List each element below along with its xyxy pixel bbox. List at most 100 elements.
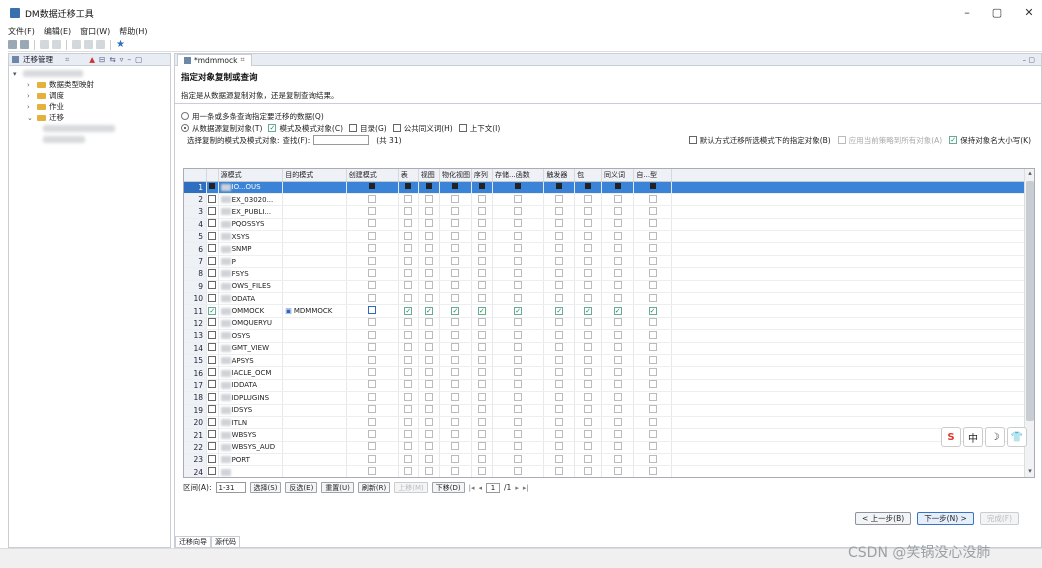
table-checkbox[interactable]	[404, 256, 413, 265]
table-checkbox[interactable]	[404, 244, 413, 253]
table-cell[interactable]	[398, 267, 419, 281]
mview-checkbox[interactable]	[451, 417, 460, 426]
synonym-checkbox[interactable]	[613, 231, 622, 240]
package-cell[interactable]	[574, 391, 602, 405]
sequence-checkbox[interactable]	[477, 206, 486, 215]
synonym-cell[interactable]	[601, 329, 635, 343]
trigger-checkbox[interactable]: ✓	[555, 307, 564, 316]
create-schema-checkbox[interactable]	[368, 380, 377, 389]
row-select-cell[interactable]	[206, 453, 219, 467]
sequence-checkbox[interactable]	[477, 281, 486, 290]
trigger-cell[interactable]	[543, 317, 576, 331]
synonym-cell[interactable]	[601, 441, 635, 455]
custom-type-checkbox[interactable]: ✓	[648, 307, 657, 316]
source-schema-cell[interactable]	[218, 465, 284, 477]
row-select-cell[interactable]	[206, 242, 219, 256]
view-checkbox[interactable]	[424, 343, 433, 352]
mview-checkbox[interactable]	[451, 293, 460, 302]
custom-type-checkbox[interactable]	[648, 417, 657, 426]
trigger-checkbox[interactable]	[555, 442, 564, 451]
row-select-cell[interactable]	[206, 267, 219, 281]
mview-cell[interactable]	[439, 218, 472, 232]
function-checkbox[interactable]	[514, 219, 523, 228]
refresh-button[interactable]: 刷新(R)	[357, 482, 391, 493]
row-select-cell[interactable]	[206, 292, 219, 306]
row-select-checkbox[interactable]	[208, 368, 217, 377]
trigger-checkbox[interactable]	[555, 256, 564, 265]
view-cell[interactable]	[418, 317, 441, 331]
create-schema-cell[interactable]	[346, 205, 399, 219]
synonym-checkbox[interactable]	[613, 368, 622, 377]
table-checkbox[interactable]	[404, 380, 413, 389]
tree-item-redacted[interactable]	[43, 123, 170, 134]
mview-checkbox[interactable]	[451, 219, 460, 228]
last-page-icon[interactable]: ▸|	[523, 484, 529, 492]
synonym-cell[interactable]	[601, 181, 635, 194]
target-schema-cell[interactable]	[282, 181, 347, 194]
view-checkbox[interactable]	[424, 231, 433, 240]
view-checkbox[interactable]	[424, 380, 433, 389]
trigger-checkbox[interactable]	[555, 231, 564, 240]
function-checkbox[interactable]	[514, 318, 523, 327]
row-select-checkbox[interactable]	[208, 268, 217, 277]
synonym-checkbox[interactable]	[613, 281, 622, 290]
synonym-checkbox[interactable]	[613, 256, 622, 265]
table-row[interactable]: 1 IO...OUS	[184, 181, 1034, 194]
mview-cell[interactable]	[439, 317, 472, 331]
view-checkbox[interactable]	[424, 219, 433, 228]
target-schema-cell[interactable]	[282, 465, 347, 477]
view-cell[interactable]	[418, 441, 441, 455]
function-cell[interactable]	[492, 181, 545, 194]
synonym-cell[interactable]	[601, 379, 635, 393]
synonym-cell[interactable]	[601, 267, 635, 281]
function-cell[interactable]	[492, 342, 545, 355]
row-select-cell[interactable]	[206, 366, 219, 380]
mview-checkbox[interactable]	[451, 380, 460, 389]
sequence-cell[interactable]	[471, 292, 494, 306]
table-row[interactable]: 5 XSYS	[184, 230, 1034, 244]
create-schema-checkbox[interactable]	[368, 244, 377, 253]
sequence-cell[interactable]: ✓	[471, 304, 494, 318]
table-row[interactable]: 19 IDSYS	[184, 404, 1034, 417]
function-checkbox[interactable]	[514, 355, 523, 364]
maximize-panel-icon[interactable]: ▢	[135, 55, 142, 64]
tab-migration-wizard[interactable]: 迁移向导	[175, 536, 211, 547]
synonym-cell[interactable]	[601, 391, 635, 405]
package-cell[interactable]: ✓	[574, 304, 602, 318]
source-schema-cell[interactable]: OMMOCK	[218, 304, 284, 318]
synonym-checkbox[interactable]	[613, 268, 622, 277]
custom-type-cell[interactable]	[633, 404, 672, 417]
synonym-cell[interactable]	[601, 342, 635, 355]
view-menu-icon[interactable]: ▿	[120, 55, 124, 64]
sequence-cell[interactable]	[471, 465, 494, 477]
source-schema-cell[interactable]: ITLN	[218, 416, 284, 430]
mview-cell[interactable]	[439, 329, 472, 343]
sequence-checkbox[interactable]	[477, 231, 486, 240]
mview-cell[interactable]	[439, 280, 472, 294]
custom-type-checkbox[interactable]	[648, 454, 657, 463]
synonym-checkbox[interactable]	[614, 183, 621, 190]
custom-type-checkbox[interactable]	[648, 318, 657, 327]
create-schema-cell[interactable]	[346, 280, 399, 294]
custom-type-checkbox[interactable]	[648, 268, 657, 277]
paste-icon[interactable]	[96, 40, 105, 49]
row-select-cell[interactable]	[206, 379, 219, 393]
view-checkbox[interactable]	[424, 454, 433, 463]
view-checkbox[interactable]	[424, 293, 433, 302]
package-checkbox[interactable]	[584, 417, 593, 426]
custom-type-checkbox[interactable]	[648, 380, 657, 389]
table-cell[interactable]	[398, 317, 419, 331]
function-cell[interactable]	[492, 205, 545, 219]
package-cell[interactable]	[574, 428, 602, 442]
view-checkbox[interactable]	[424, 392, 433, 401]
function-checkbox[interactable]: ✓	[514, 307, 523, 316]
source-schema-cell[interactable]: OWS_FILES	[218, 280, 284, 294]
row-select-checkbox[interactable]	[208, 318, 217, 327]
col-header-function[interactable]: 存储...函数	[492, 169, 545, 182]
package-checkbox[interactable]	[585, 183, 592, 190]
package-checkbox[interactable]	[584, 244, 593, 253]
create-schema-cell[interactable]	[346, 317, 399, 331]
trigger-cell[interactable]	[543, 379, 576, 393]
create-schema-checkbox[interactable]	[368, 194, 377, 203]
package-checkbox[interactable]	[584, 194, 593, 203]
